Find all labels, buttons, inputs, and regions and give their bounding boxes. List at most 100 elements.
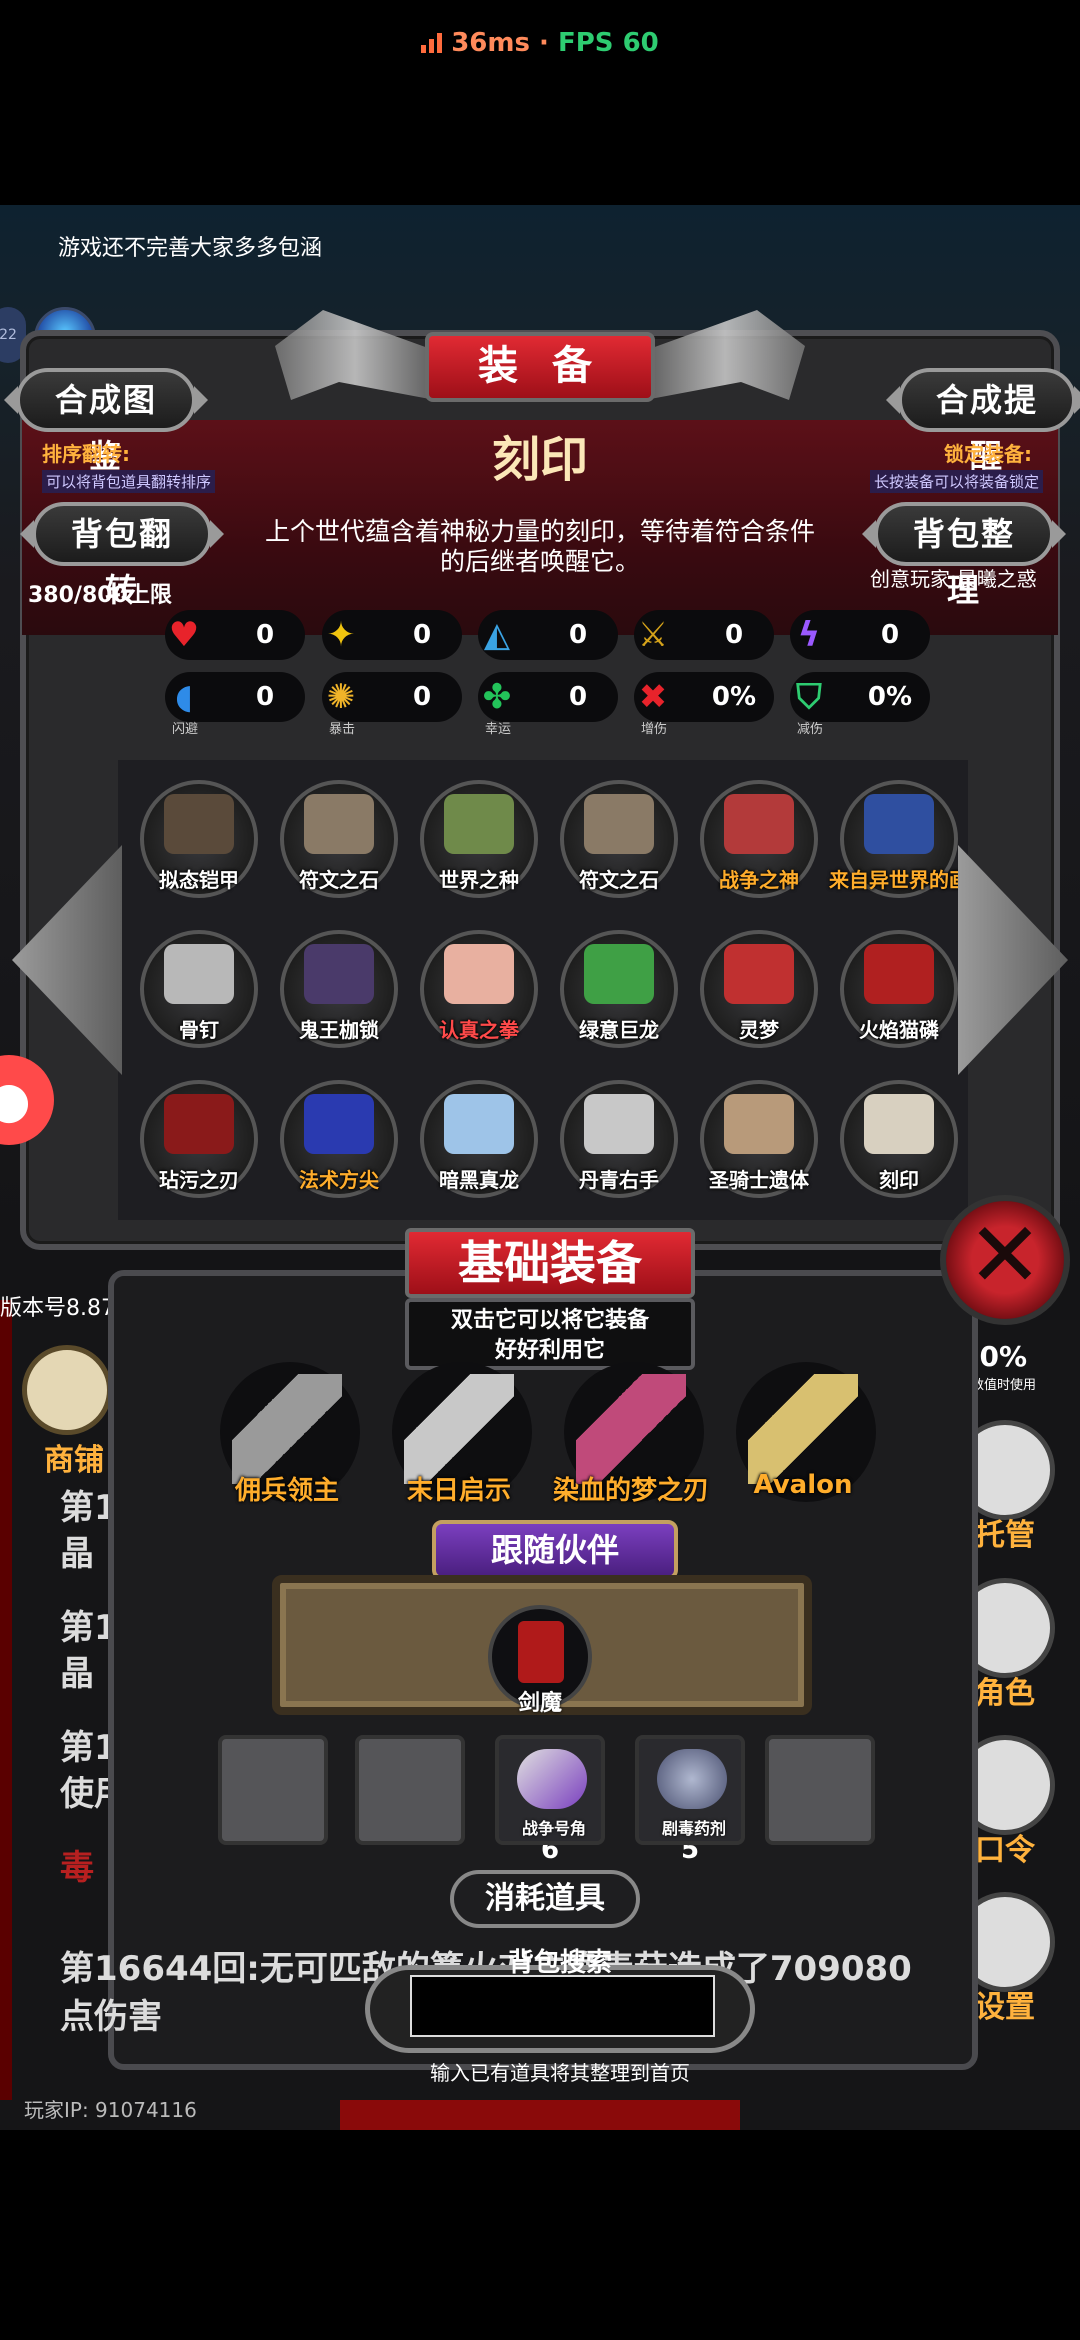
bag-search-input[interactable] bbox=[410, 1975, 715, 2037]
stat-value: 0 bbox=[255, 620, 275, 650]
equipment-name: 战争之神 bbox=[719, 868, 799, 892]
stat-strength: ✦ 0 bbox=[322, 610, 462, 660]
equipment-name: 认真之拳 bbox=[439, 1018, 519, 1042]
equipment-name: 绿意巨龙 bbox=[579, 1018, 659, 1042]
companion-name: 剑魔 bbox=[517, 1691, 562, 1716]
equipment-name: 符文之石 bbox=[299, 868, 379, 892]
stat-dodge: ◖ 0 闪避 bbox=[165, 672, 305, 737]
equipment-slot[interactable]: 圣骑士遗体 bbox=[700, 1080, 818, 1198]
stat-crit: ✺ 0 暴击 bbox=[322, 672, 462, 737]
bag-organize-button[interactable]: 背包整理 bbox=[862, 502, 1066, 609]
equipment-name: 圣骑士遗体 bbox=[709, 1168, 809, 1192]
search-label: 背包搜索 bbox=[507, 1948, 612, 1978]
war-horn-icon bbox=[517, 1749, 587, 1809]
equipment-slot[interactable]: 来自异世界的画 bbox=[829, 780, 969, 898]
equipment-name: 符文之石 bbox=[579, 868, 659, 892]
base-equipment-name: 染血的梦之刃 bbox=[552, 1476, 709, 1506]
equipment-slot[interactable]: 拟态铠甲 bbox=[140, 780, 258, 898]
dodge-icon: ◖ bbox=[175, 677, 193, 717]
log-line: 毒 bbox=[60, 1848, 94, 1888]
network-indicator: 36ms · FPS 60 bbox=[0, 28, 1080, 58]
equipment-name: 火焰猫磷 bbox=[859, 1018, 939, 1042]
equipment-art bbox=[444, 1094, 514, 1154]
equipment-slot[interactable]: 灵梦 bbox=[700, 930, 818, 1048]
equipment-art bbox=[584, 944, 654, 1004]
stat-damage: ✖ 0% 增伤 bbox=[634, 672, 774, 737]
poison-potion-icon bbox=[657, 1749, 727, 1809]
equipment-name: 丹青右手 bbox=[579, 1168, 659, 1192]
synthesis-codex-button[interactable]: 合成图鉴 bbox=[4, 368, 208, 475]
equipment-art bbox=[164, 1094, 234, 1154]
lock-hint: 长按装备可以将装备锁定 bbox=[870, 470, 1044, 493]
damage-icon: ✖ bbox=[638, 677, 668, 717]
stat-value: 0 bbox=[412, 682, 432, 712]
log-edge bbox=[0, 1300, 12, 2100]
consumable-slot[interactable]: 剧毒药剂 bbox=[635, 1735, 745, 1845]
equipment-slot[interactable]: 符文之石 bbox=[280, 780, 398, 898]
equipment-name: 灵梦 bbox=[739, 1018, 779, 1042]
equipment-slot[interactable]: 鬼王枷锁 bbox=[280, 930, 398, 1048]
equipment-slot[interactable]: 暗黑真龙 bbox=[420, 1080, 538, 1198]
equipment-slot[interactable]: 认真之拳 bbox=[420, 930, 538, 1048]
equipment-art bbox=[724, 1094, 794, 1154]
equipment-art bbox=[164, 944, 234, 1004]
equipment-slot[interactable]: 火焰猫磷 bbox=[840, 930, 958, 1048]
equipment-art bbox=[864, 1094, 934, 1154]
clover-icon: ✤ bbox=[482, 677, 512, 717]
equipment-name: 来自异世界的画 bbox=[829, 868, 969, 892]
panel-title: 装 备 bbox=[425, 332, 655, 402]
stat-value: 0 bbox=[255, 682, 275, 712]
status-bar: 36ms · FPS 60 bbox=[0, 0, 1080, 205]
consumable-slot[interactable] bbox=[355, 1735, 465, 1845]
stat-value: 0 bbox=[568, 620, 588, 650]
base-equipment-art bbox=[404, 1374, 514, 1484]
equipment-name: 刻印 bbox=[879, 1168, 919, 1192]
synthesis-reminder-button[interactable]: 合成提醒 bbox=[886, 368, 1080, 475]
companion-title: 跟随伙伴 bbox=[432, 1520, 678, 1580]
shop-icon[interactable] bbox=[22, 1345, 112, 1435]
sword-icon: ⚔ bbox=[637, 615, 669, 655]
stat-clover: ✤ 0 幸运 bbox=[478, 672, 618, 737]
equipment-slot[interactable]: 丹青右手 bbox=[560, 1080, 678, 1198]
equipment-slot[interactable]: 刻印 bbox=[840, 1080, 958, 1198]
equipment-name: 鬼王枷锁 bbox=[299, 1018, 379, 1042]
sort-hint: 可以将背包道具翻转排序 bbox=[42, 470, 216, 493]
base-equipment-art bbox=[748, 1374, 858, 1484]
equipment-art bbox=[864, 794, 934, 854]
equipment-slot[interactable]: 符文之石 bbox=[560, 780, 678, 898]
equipment-slot[interactable]: 世界之种 bbox=[420, 780, 538, 898]
equipment-name: 拟态铠甲 bbox=[159, 868, 239, 892]
strength-icon: ✦ bbox=[326, 615, 356, 655]
equipment-slot[interactable]: 法术方尖 bbox=[280, 1080, 398, 1198]
item-description: 上个世代蕴含着神秘力量的刻印，等待着符合条件的后继者唤醒它。 bbox=[264, 517, 815, 576]
close-popup-icon[interactable]: ✕ bbox=[940, 1195, 1070, 1325]
stat-value: 0 bbox=[412, 620, 432, 650]
consumable-slot[interactable] bbox=[765, 1735, 875, 1845]
base-equipment-slot[interactable]: 佣兵领主 bbox=[212, 1362, 362, 1512]
bottom-bezel bbox=[0, 2130, 1080, 2340]
base-equipment-art bbox=[232, 1374, 342, 1484]
consumable-slot[interactable] bbox=[218, 1735, 328, 1845]
equipment-art bbox=[864, 944, 934, 1004]
equipment-slot[interactable]: 绿意巨龙 bbox=[560, 930, 678, 1048]
lightning-icon: ϟ bbox=[797, 615, 821, 655]
equipment-slot[interactable]: 玷污之刃 bbox=[140, 1080, 258, 1198]
lock-label: 锁定装备: bbox=[944, 442, 1032, 466]
equipment-art bbox=[444, 944, 514, 1004]
stat-heart: ♥ 0 bbox=[165, 610, 305, 660]
equipment-art bbox=[724, 944, 794, 1004]
base-equipment-slot[interactable]: 末日启示 bbox=[384, 1362, 534, 1512]
bag-flip-button[interactable]: 背包翻转 bbox=[20, 502, 224, 609]
shop-label[interactable]: 商铺 bbox=[44, 1435, 104, 1479]
equipment-name: 世界之种 bbox=[439, 868, 519, 892]
item-title: 刻印 bbox=[491, 432, 588, 488]
base-equipment-slot[interactable]: Avalon bbox=[728, 1362, 878, 1512]
heart-icon: ♥ bbox=[168, 615, 200, 655]
equipment-slot[interactable]: 骨钉 bbox=[140, 930, 258, 1048]
equipment-slot[interactable]: 战争之神 bbox=[700, 780, 818, 898]
base-equipment-slot[interactable]: 染血的梦之刃 bbox=[553, 1362, 709, 1512]
hp-bar bbox=[340, 2100, 740, 2130]
stat-shield: ⛉ 0% 减伤 bbox=[790, 672, 930, 737]
stat-value: 0% bbox=[867, 682, 913, 712]
consumable-slot[interactable]: 战争号角 bbox=[495, 1735, 605, 1845]
